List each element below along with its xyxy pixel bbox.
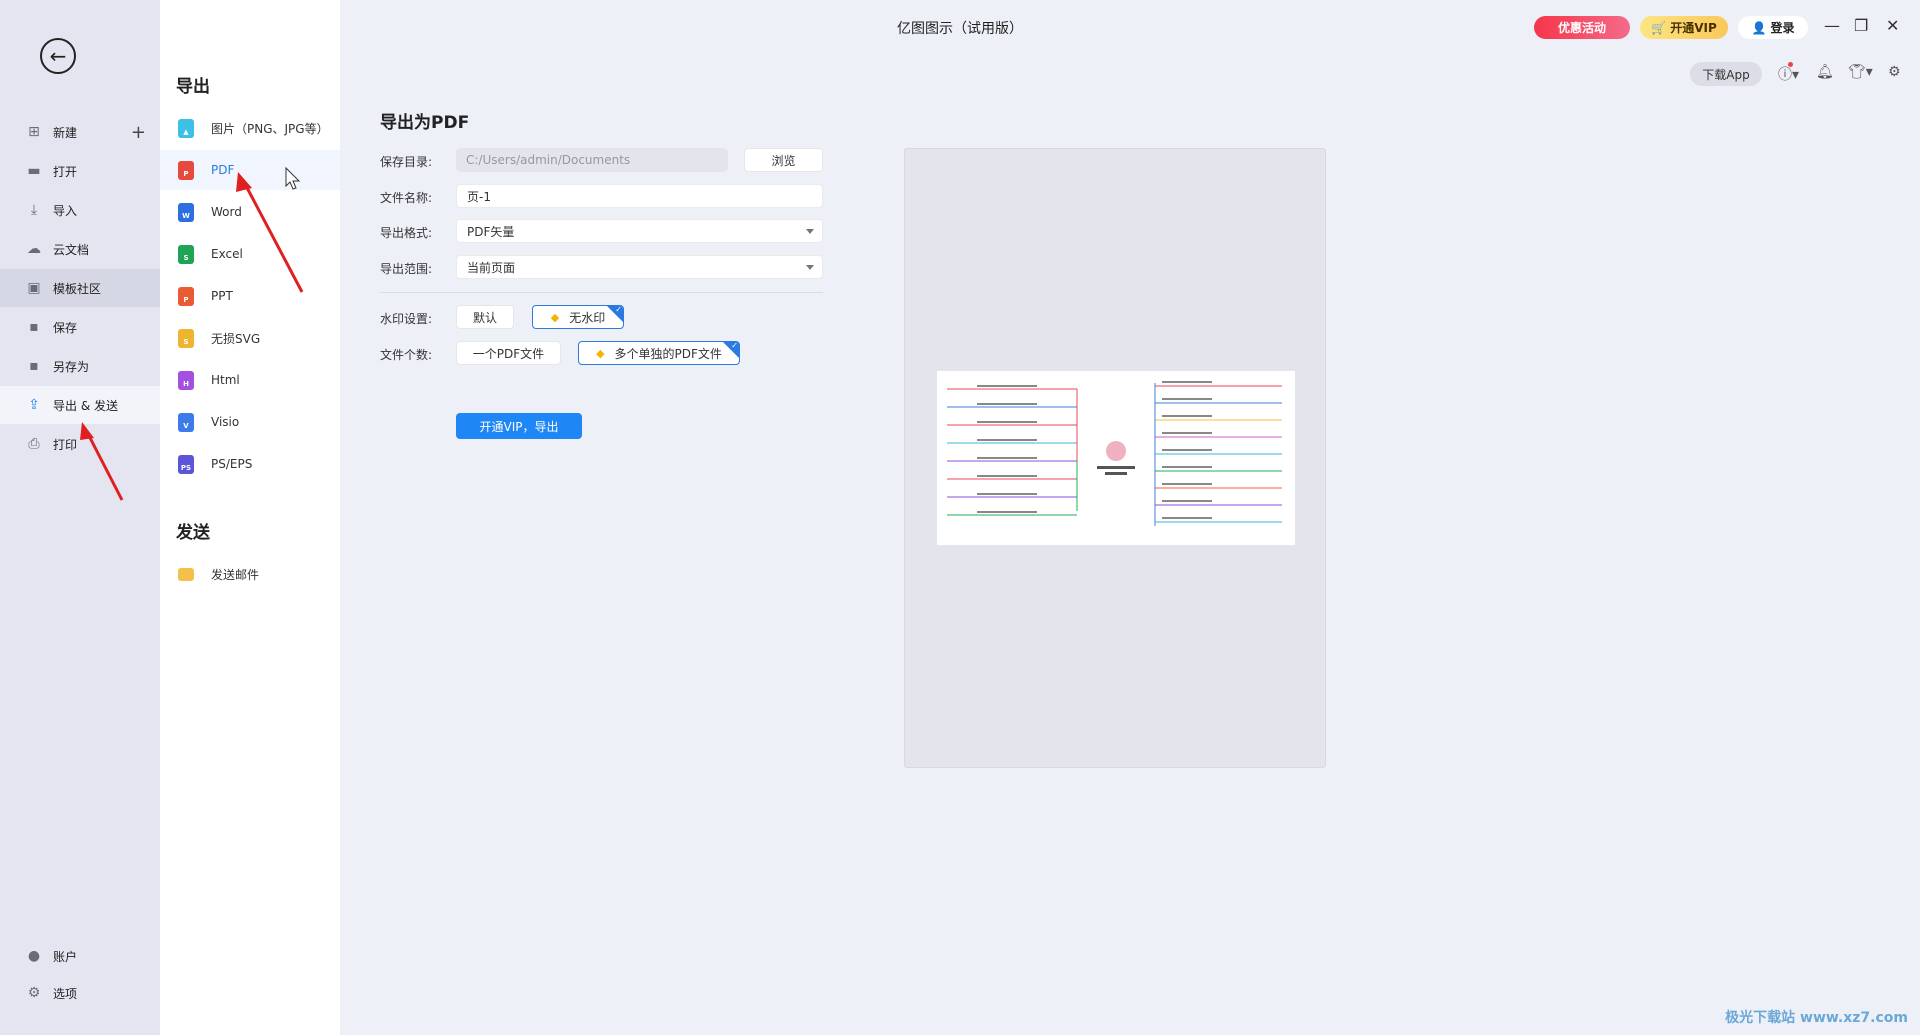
annotation-arrows [80, 166, 304, 501]
red-arrow [242, 181, 304, 293]
red-arrowhead [236, 172, 252, 192]
site-watermark: 极光下载站 www.xz7.com [1725, 1010, 1908, 1026]
red-arrowhead [80, 422, 94, 440]
check-icon: ✓ [731, 341, 738, 350]
mouse-cursor-icon [285, 166, 301, 190]
check-icon: ✓ [615, 305, 622, 314]
red-arrow [84, 429, 124, 501]
